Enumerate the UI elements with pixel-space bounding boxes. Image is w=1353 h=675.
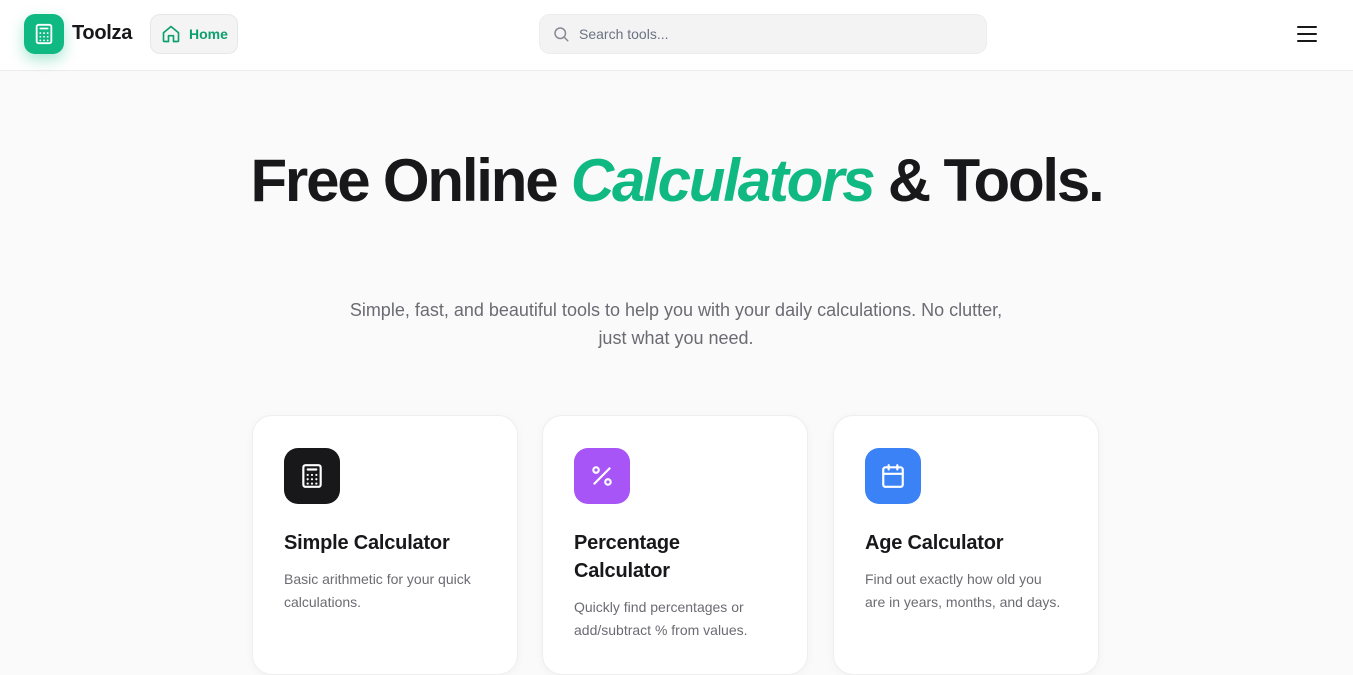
tool-card-percentage-calculator[interactable]: Percentage Calculator Quickly find perce…	[542, 415, 808, 675]
logo-calculator-icon[interactable]	[24, 14, 64, 54]
tool-card-description: Quickly find percentages or add/subtract…	[574, 599, 748, 638]
search-input[interactable]	[579, 26, 959, 42]
hero-title-accent: Calculators	[570, 147, 876, 214]
tool-card-description: Basic arithmetic for your quick calculat…	[284, 571, 471, 610]
tool-card-age-calculator[interactable]: Age Calculator Find out exactly how old …	[833, 415, 1099, 675]
hero-title-part1: Free Online	[250, 147, 571, 214]
tool-card-title: Percentage Calculator	[574, 532, 680, 582]
percent-icon	[574, 448, 630, 504]
tool-card-title: Simple Calculator	[284, 532, 450, 554]
hero-subtitle: Simple, fast, and beautiful tools to hel…	[349, 300, 1003, 348]
hero-title-part2: & Tools.	[873, 147, 1105, 214]
tool-card-simple-calculator[interactable]: Simple Calculator Basic arithmetic for y…	[252, 415, 518, 675]
hero-title: Free Online Calculators & Tools.	[0, 150, 1353, 211]
hamburger-menu-icon	[1296, 25, 1318, 43]
home-button[interactable]: Home	[150, 14, 238, 54]
menu-button[interactable]	[1293, 22, 1321, 46]
tool-card-description: Find out exactly how old you are in year…	[865, 571, 1061, 610]
home-icon	[161, 24, 181, 44]
calendar-icon	[865, 448, 921, 504]
brand-name[interactable]: Toolza	[72, 22, 132, 45]
search-bar[interactable]	[539, 14, 987, 54]
calculator-icon	[284, 448, 340, 504]
search-icon	[552, 25, 570, 43]
home-button-label: Home	[189, 26, 228, 42]
tool-card-title: Age Calculator	[865, 532, 1004, 554]
top-navigation-bar: Toolza Home	[0, 0, 1353, 71]
